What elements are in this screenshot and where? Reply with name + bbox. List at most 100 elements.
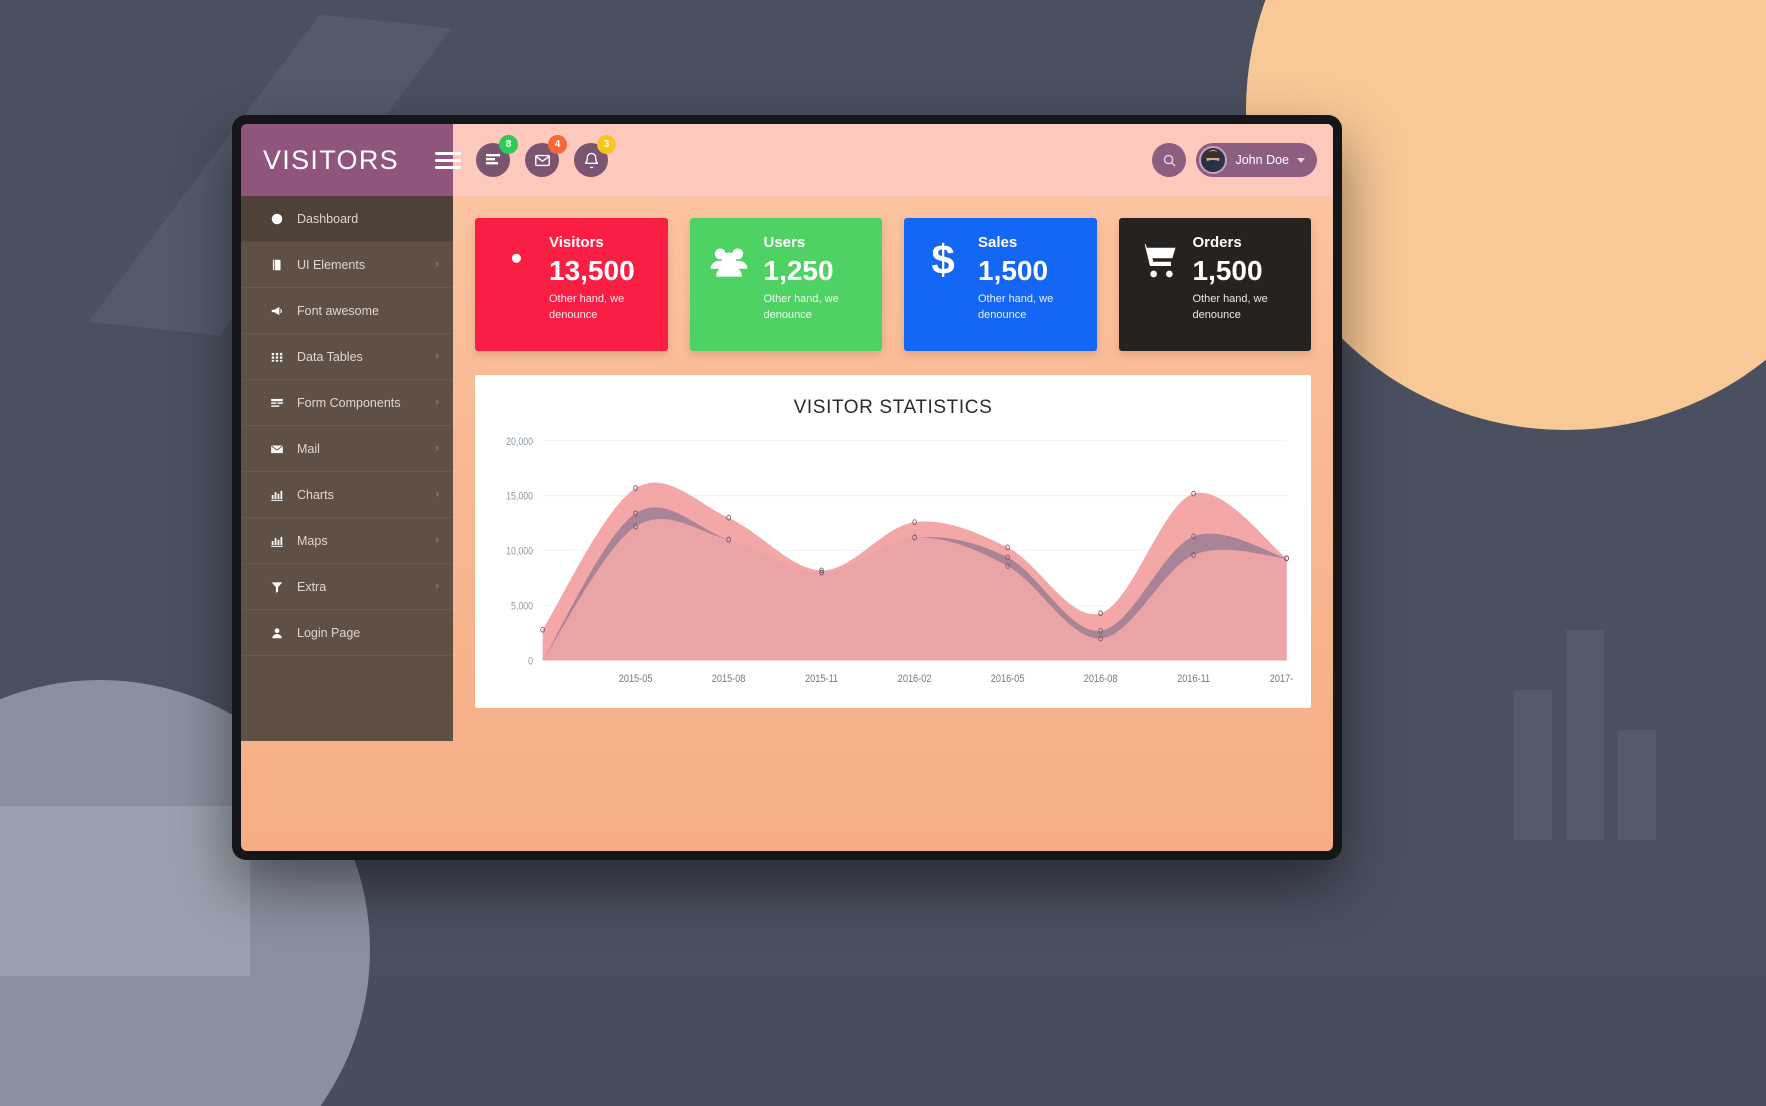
book-icon: [267, 258, 287, 272]
messages-button[interactable]: 4: [525, 135, 567, 177]
stat-card-orders[interactable]: Orders 1,500 Other hand, we denounce: [1118, 218, 1311, 351]
stat-card-users[interactable]: Users 1,250 Other hand, we denounce: [689, 218, 882, 351]
tasks-button[interactable]: 8: [476, 135, 518, 177]
grid-icon: [267, 350, 287, 364]
x-axis-tick-label: 2015-08: [712, 673, 746, 685]
eye-icon: [506, 252, 522, 268]
sidebar-nav: Dashboard UI Elements › Font awesome Data Ta…: [241, 196, 453, 656]
tasks-icon: [486, 154, 500, 165]
sidebar-item-ui-elements[interactable]: UI Elements ›: [241, 242, 453, 288]
sidebar-item-charts[interactable]: Charts ›: [241, 472, 453, 518]
sidebar-item-maps[interactable]: Maps ›: [241, 518, 453, 564]
envelope-icon: [271, 444, 283, 453]
cart-icon: [1138, 244, 1175, 278]
stat-card-title: Orders: [1192, 234, 1242, 251]
chevron-right-icon: ›: [435, 258, 439, 270]
cart-icon: [1137, 234, 1179, 351]
sidebar-item-data-tables[interactable]: Data Tables ›: [241, 334, 453, 380]
stat-card-body: Visitors 13,500 Other hand, we denounce: [549, 234, 652, 351]
chevron-right-icon: ›: [435, 442, 439, 454]
bell-icon: [584, 152, 598, 168]
dollar-icon: $: [922, 234, 964, 351]
chart-title: VISITOR STATISTICS: [793, 397, 993, 418]
bg-bar-2: [1566, 630, 1604, 840]
hamburger-icon[interactable]: [435, 147, 461, 173]
messages-badge: 4: [548, 135, 567, 154]
x-axis-tick-label: 2017-02: [1270, 673, 1293, 685]
dashboard-app: VISITORS Dashboard UI Elements › Font aweso…: [241, 124, 1333, 851]
dollar-icon: $: [931, 236, 954, 283]
chevron-right-icon: ›: [435, 350, 439, 362]
sidebar-item-label: Charts: [297, 487, 334, 502]
stat-card-body: Users 1,250 Other hand, we denounce: [764, 234, 867, 351]
svg-text:$: $: [931, 239, 954, 281]
search-button[interactable]: [1152, 143, 1187, 177]
sidebar-item-label: Extra: [297, 579, 327, 594]
form-icon: [271, 398, 283, 407]
stat-card-value: 1,500: [978, 255, 1049, 286]
stat-card-sales[interactable]: $ Sales 1,500 Other hand, we denounce: [904, 218, 1097, 351]
users-icon: [708, 234, 750, 351]
notifications-badge: 3: [597, 135, 616, 154]
tasks-badge: 8: [499, 135, 518, 154]
user-menu[interactable]: John Doe: [1196, 143, 1317, 177]
sidebar-item-form-components[interactable]: Form Components ›: [241, 380, 453, 426]
stat-card-title: Sales: [978, 234, 1018, 251]
bullhorn-icon: [267, 304, 287, 318]
notifications-button[interactable]: 3: [574, 135, 616, 177]
bg-bar-3: [1618, 730, 1656, 840]
stat-card-title: Users: [763, 234, 806, 251]
brand-logo[interactable]: VISITORS: [241, 124, 453, 196]
avatar: [1199, 146, 1228, 174]
form-icon: [267, 396, 287, 410]
stat-card-body: Sales 1,500 Other hand, we denounce: [978, 234, 1081, 351]
y-axis-tick-label: 10,000: [506, 546, 533, 558]
users-icon: [710, 248, 747, 277]
stat-card-value: 1,250: [763, 255, 834, 286]
chevron-right-icon: ›: [435, 488, 439, 500]
grid-icon: [271, 352, 283, 362]
x-axis-tick-label: 2016-05: [991, 673, 1025, 685]
y-axis-tick-label: 5,000: [511, 601, 533, 613]
stat-card-body: Orders 1,500 Other hand, we denounce: [1193, 234, 1296, 351]
topbar-right-group: John Doe: [1152, 143, 1317, 177]
sidebar: VISITORS Dashboard UI Elements › Font aweso…: [241, 124, 453, 741]
chart-panel: VISITOR STATISTICS 0 5,000 10,000 15,000 20,…: [475, 375, 1311, 708]
sidebar-item-label: Data Tables: [297, 349, 363, 364]
sidebar-item-mail[interactable]: Mail ›: [241, 426, 453, 472]
book-icon: [272, 259, 281, 270]
chevron-right-icon: ›: [435, 534, 439, 546]
top-navbar: 8 4 3 John Doe: [435, 124, 1333, 196]
bar-chart-icon: [267, 488, 287, 502]
stat-card-value: 13,500: [549, 255, 635, 286]
stat-card-value: 1,500: [1192, 255, 1263, 286]
stat-card-visitors[interactable]: Visitors 13,500 Other hand, we denounce: [475, 218, 668, 351]
sidebar-item-label: Maps: [297, 533, 328, 548]
sidebar-item-font-awesome[interactable]: Font awesome: [241, 288, 453, 334]
envelope-icon: [534, 154, 550, 166]
stat-card-subtitle: Other hand, we denounce: [549, 293, 625, 321]
dashboard-icon: [267, 212, 287, 226]
brand-title: VISITORS: [263, 144, 399, 175]
sidebar-item-label: Mail: [297, 441, 320, 456]
stat-card-subtitle: Other hand, we denounce: [763, 293, 839, 321]
sidebar-item-login-page[interactable]: Login Page: [241, 610, 453, 656]
x-axis-tick-label: 2015-05: [619, 673, 653, 685]
sidebar-item-label: UI Elements: [297, 257, 366, 272]
bg-light-block: [0, 806, 250, 976]
bg-bar-1: [1514, 690, 1552, 840]
sidebar-item-label: Form Components: [297, 395, 401, 410]
sidebar-item-extra[interactable]: Extra ›: [241, 564, 453, 610]
bar-chart-icon: [271, 536, 283, 547]
sidebar-item-label: Dashboard: [297, 211, 359, 226]
user-icon: [272, 627, 282, 638]
device-frame: VISITORS Dashboard UI Elements › Font aweso…: [232, 115, 1342, 860]
sidebar-filler: [241, 656, 453, 741]
chevron-right-icon: ›: [435, 396, 439, 408]
main-column: 8 4 3 John Doe Visitors 13,500 Other han…: [435, 124, 1333, 851]
sidebar-item-dashboard[interactable]: Dashboard: [241, 196, 453, 242]
search-icon: [1163, 154, 1176, 167]
chart-area: 0 5,000 10,000 15,000 20,000 2015-05 2015-08 20…: [493, 431, 1293, 698]
stat-cards: Visitors 13,500 Other hand, we denounce Use…: [475, 218, 1311, 351]
sidebar-item-label: Login Page: [297, 625, 361, 640]
